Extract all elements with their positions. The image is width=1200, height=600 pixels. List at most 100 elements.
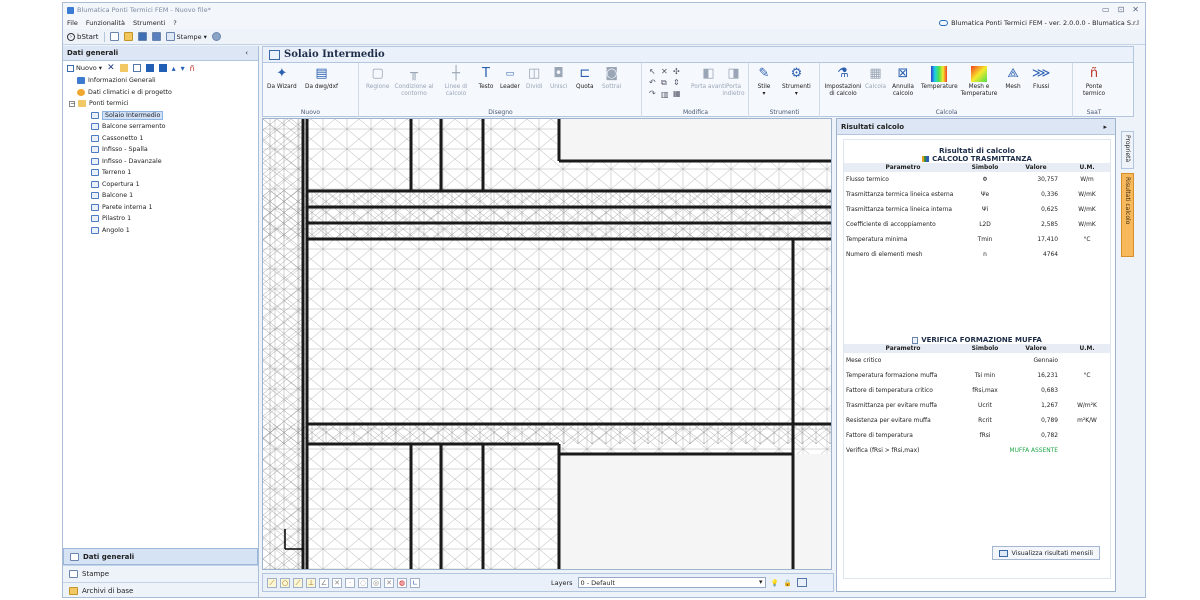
delete-shape-icon[interactable]: ✕: [661, 67, 669, 76]
tree-item-thermal-bridge[interactable]: Infisso - Spalla: [69, 144, 258, 156]
tree-item-thermal-bridge[interactable]: Cassonetto 1: [69, 133, 258, 145]
monthly-results-button[interactable]: Visualizza risultati mensili: [991, 546, 1100, 560]
undo-icon[interactable]: ↶: [649, 78, 656, 87]
layer-lock-icon[interactable]: 🔒: [784, 579, 792, 587]
collapse-all-icon[interactable]: [158, 64, 167, 72]
menu-help[interactable]: ?: [173, 19, 176, 27]
stampe-dropdown[interactable]: Stampe ▾: [165, 32, 207, 41]
menu-funzionalita[interactable]: Funzionalità: [86, 19, 125, 27]
ponte-termico-button[interactable]: ñ Ponte termico: [1080, 66, 1108, 97]
nav-dati-generali-button[interactable]: Dati generali: [63, 548, 258, 565]
tree-item-thermal-bridge[interactable]: Solaio Intermedio: [69, 110, 258, 122]
flussi-button[interactable]: ⋙ Flussi: [1032, 66, 1051, 91]
mesh-button[interactable]: ⟁ Mesh: [1005, 66, 1021, 91]
new-file-icon[interactable]: [109, 32, 119, 41]
tree-item-thermal-bridge[interactable]: Copertura 1: [69, 179, 258, 191]
archive-icon[interactable]: ñ: [190, 64, 195, 73]
thermal-bridge-icon: [91, 203, 99, 211]
array-icon[interactable]: ▦: [673, 89, 681, 98]
mesh-temperature-button[interactable]: Mesh e Temperature: [959, 66, 999, 97]
dimension-icon: ⊏: [579, 65, 591, 81]
tree-item-climate[interactable]: Dati climatici e di progetto: [69, 87, 258, 99]
tree-item-thermal-bridge[interactable]: Angolo 1: [69, 225, 258, 237]
redo-icon[interactable]: ↷: [649, 89, 656, 98]
select-icon[interactable]: ↖: [649, 67, 656, 76]
testo-button[interactable]: T Testo: [478, 66, 494, 91]
expand-all-icon[interactable]: [145, 64, 154, 72]
snap-quadrant-icon[interactable]: ◎: [371, 577, 381, 588]
snap-angle-icon[interactable]: ∠: [319, 577, 329, 588]
close-icon[interactable]: ✕: [1132, 5, 1139, 14]
nav-archivi-button[interactable]: Archivi di base: [63, 582, 258, 597]
snap-intersection-icon[interactable]: ✕: [332, 577, 342, 588]
tab-risultati-calcolo[interactable]: Risultati calcolo: [1121, 173, 1134, 257]
copy-shape-icon[interactable]: ⧉: [661, 78, 669, 88]
panel-expand-arrow-icon[interactable]: ▸: [1103, 123, 1107, 131]
da-dwg-button[interactable]: ▤ Da dwg/dxf: [305, 66, 338, 91]
da-wizard-button[interactable]: ✦ Da Wizard: [267, 66, 297, 91]
tab-proprieta[interactable]: Proprietà: [1121, 131, 1134, 169]
new-node-button[interactable]: Nuovo ▾: [67, 64, 102, 72]
mirror-icon[interactable]: ⇕: [673, 78, 681, 87]
save-as-icon[interactable]: [151, 32, 161, 41]
quota-button[interactable]: ⊏ Quota: [576, 66, 594, 91]
restore-icon[interactable]: ⊡: [1118, 5, 1125, 14]
snap-nearest-icon[interactable]: ✕: [384, 577, 394, 588]
save-icon[interactable]: [137, 32, 147, 41]
layer-select[interactable]: 0 - Default: [577, 577, 766, 588]
copy-icon[interactable]: [132, 64, 141, 72]
dividi-button[interactable]: ◫ Dividi: [526, 66, 542, 91]
snap-center-icon[interactable]: ◌: [358, 577, 368, 588]
snap-tangent-icon[interactable]: ◍: [397, 577, 407, 588]
leader-button[interactable]: ▭ Leader: [500, 66, 520, 91]
stile-button[interactable]: ✎ Stile ▾: [756, 66, 772, 97]
tree-item-thermal-bridge[interactable]: Parete interna 1: [69, 202, 258, 214]
nav-stampe-button[interactable]: Stampe: [63, 565, 258, 582]
condizione-contorno-button[interactable]: ╥ Condizione al contorno: [394, 66, 434, 97]
unisci-button[interactable]: ◘ Unisci: [550, 66, 567, 91]
settings-gear-icon[interactable]: [211, 32, 221, 41]
folder-icon[interactable]: [119, 64, 128, 72]
sottrai-button[interactable]: ◙ Sottrai: [602, 66, 621, 91]
move-icon[interactable]: ✣: [673, 67, 681, 76]
temperature-button[interactable]: Temperature: [921, 66, 958, 91]
tree-item-thermal-bridge[interactable]: Pilastro 1: [69, 213, 258, 225]
layer-manager-icon[interactable]: [796, 578, 807, 587]
mesh-drawing[interactable]: [263, 119, 832, 570]
regione-button[interactable]: ▢ Regione: [366, 66, 389, 91]
collapse-panel-button[interactable]: ‹: [245, 49, 248, 57]
linee-calcolo-button[interactable]: ┼ Linee di calcolo: [440, 66, 472, 97]
snap-endpoint-icon[interactable]: ⟋: [293, 577, 303, 588]
snap-perpendicular-icon[interactable]: ⊥: [306, 577, 316, 588]
tree-item-info[interactable]: Informazioni Generali: [69, 75, 258, 87]
tree-item-thermal-bridge[interactable]: Terreno 1: [69, 167, 258, 179]
tree-item-thermal-bridge[interactable]: Balcone serramento: [69, 121, 258, 133]
porta-indietro-button[interactable]: ◨ Porta indietro: [719, 66, 748, 97]
calcola-button[interactable]: ▦ Calcola: [865, 66, 886, 91]
strumenti-button[interactable]: ⚙ Strumenti ▾: [782, 66, 811, 97]
tree-expander-icon[interactable]: −: [69, 100, 75, 107]
bstart-button[interactable]: › bStart: [67, 32, 99, 41]
menu-file[interactable]: File: [67, 19, 78, 27]
layer-visibility-icon[interactable]: 💡: [771, 579, 779, 587]
move-down-icon[interactable]: ▾: [181, 64, 185, 73]
move-up-icon[interactable]: ▴: [172, 64, 176, 73]
ortho-icon[interactable]: ∟: [410, 577, 420, 588]
open-folder-icon[interactable]: [123, 32, 133, 41]
snap-line-icon[interactable]: ⟋: [267, 577, 277, 588]
trash-icon[interactable]: ▥: [661, 90, 669, 99]
delete-icon[interactable]: ✕: [107, 63, 115, 73]
tree-item-ponti-termici[interactable]: − Ponti termici: [69, 98, 258, 110]
annulla-calcolo-button[interactable]: ⊠ Annulla calcolo: [889, 66, 917, 97]
tree-item-thermal-bridge[interactable]: Balcone 1: [69, 190, 258, 202]
ribbon-group-modifica: ↖ ↶ ↷ ✕ ⧉ ▥ ✣ ⇕ ▦ ◧ Porta avanti ◨ Porta i…: [643, 63, 749, 117]
cad-canvas[interactable]: [262, 118, 832, 570]
menu-strumenti[interactable]: Strumenti: [133, 19, 165, 27]
snap-circle-icon[interactable]: ○: [280, 577, 290, 588]
results-panel: Risultati calcolo ▸ Risultati di calcolo…: [836, 118, 1116, 592]
merge-icon: ◘: [553, 65, 564, 81]
snap-midpoint-icon[interactable]: ·: [345, 577, 355, 588]
impostazioni-calcolo-button[interactable]: ⚗ Impostazioni di calcolo: [823, 66, 863, 97]
minimize-icon[interactable]: ▭: [1102, 5, 1110, 14]
tree-item-thermal-bridge[interactable]: Infisso - Davanzale: [69, 156, 258, 168]
